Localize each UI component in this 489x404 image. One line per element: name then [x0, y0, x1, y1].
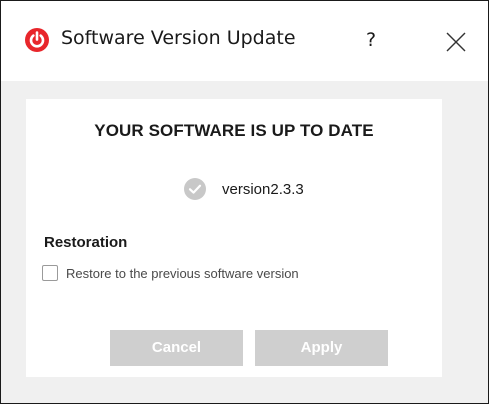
help-button[interactable]: ?: [356, 23, 386, 57]
status-heading: YOUR SOFTWARE IS UP TO DATE: [94, 121, 374, 140]
update-dialog: Software Version Update ? YOUR SOFTWARE …: [0, 0, 489, 404]
power-logo-icon: [25, 28, 49, 52]
window-title: Software Version Update: [61, 27, 296, 49]
restore-option-label: Restore to the previous software version: [66, 265, 299, 281]
version-row: version2.3.3: [184, 178, 304, 200]
restore-option[interactable]: Restore to the previous software version: [42, 262, 299, 284]
apply-button[interactable]: Apply: [255, 330, 388, 366]
close-icon: [446, 32, 466, 52]
check-circle-icon: [184, 178, 206, 200]
close-button[interactable]: [439, 25, 473, 59]
content-panel: YOUR SOFTWARE IS UP TO DATE version2.3.3…: [26, 99, 442, 377]
restore-checkbox[interactable]: [42, 265, 58, 281]
title-bar: Software Version Update ?: [1, 1, 488, 81]
restoration-heading: Restoration: [44, 234, 128, 251]
version-label: version2.3.3: [222, 180, 304, 198]
cancel-button[interactable]: Cancel: [110, 330, 243, 366]
